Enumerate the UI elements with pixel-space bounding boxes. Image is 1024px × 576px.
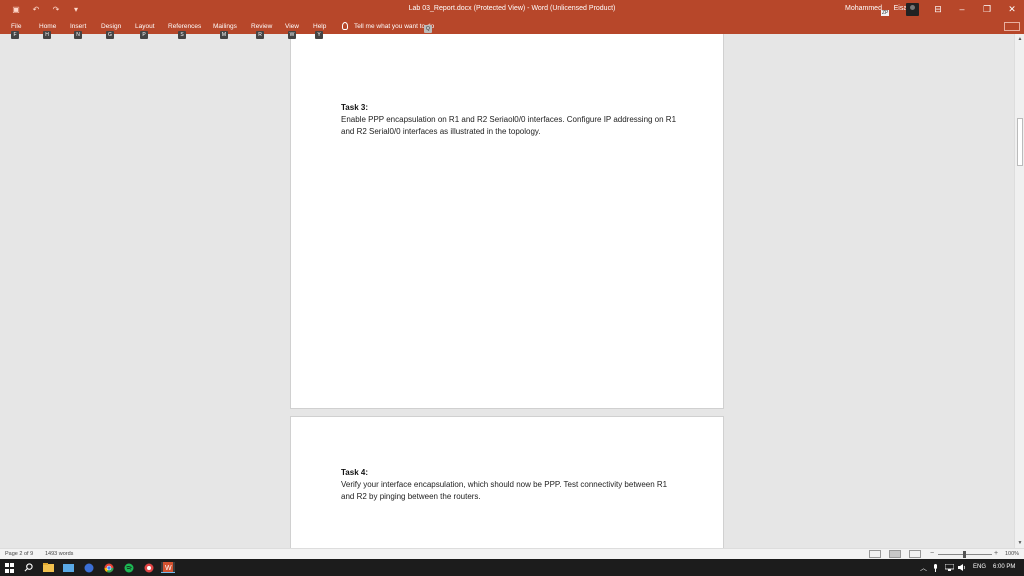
zoom-slider-thumb[interactable] (963, 551, 966, 558)
user-initials-keytip: ZP (881, 10, 890, 16)
ribbon-display-options-icon[interactable]: ⊟ (929, 2, 947, 16)
user-name[interactable]: Mohammed Eisa (845, 5, 907, 12)
read-mode-icon[interactable] (869, 550, 881, 558)
keytip-home: H (43, 31, 51, 39)
tab-review[interactable]: Review (251, 23, 272, 30)
task4-body: Verify your interface encapsulation, whi… (341, 480, 668, 501)
task3-heading: Task 3: (341, 103, 368, 112)
close-icon[interactable]: ✕ (1003, 2, 1021, 16)
scroll-thumb[interactable] (1017, 118, 1023, 166)
svg-text:W: W (165, 565, 172, 572)
document-page[interactable]: Task 3: Enable PPP encapsulation on R1 a… (290, 34, 724, 409)
status-bar: Page 2 of 9 1493 words − + 100% (0, 548, 1024, 559)
keytip-mailings: M (220, 31, 228, 39)
tab-references[interactable]: References (168, 23, 201, 30)
tab-layout[interactable]: Layout (135, 23, 155, 30)
tab-insert[interactable]: Insert (70, 23, 86, 30)
spotify-icon[interactable] (123, 562, 134, 573)
show-hidden-icons-icon[interactable]: ︿ (920, 563, 927, 573)
print-layout-icon[interactable] (889, 550, 901, 558)
share-icon[interactable] (1004, 22, 1020, 31)
tell-me-search[interactable]: Tell me what you want to do (342, 22, 434, 30)
task4-heading: Task 4: (341, 468, 368, 477)
lightbulb-icon (342, 22, 348, 30)
avatar[interactable] (906, 3, 919, 16)
tab-help[interactable]: Help (313, 23, 326, 30)
document-page[interactable]: Task 4: Verify your interface encapsulat… (290, 416, 724, 548)
windows-start-icon[interactable] (4, 562, 15, 573)
minimize-icon[interactable]: – (953, 2, 971, 16)
tab-design[interactable]: Design (101, 23, 121, 30)
record-app-icon[interactable] (143, 562, 154, 573)
network-icon[interactable] (944, 563, 955, 573)
page-count[interactable]: Page 2 of 9 (5, 551, 33, 557)
keytip-references: S (178, 31, 186, 39)
keytip-help: Y (315, 31, 323, 39)
keytip-view: W (288, 31, 296, 39)
word-icon[interactable]: W (161, 562, 175, 573)
word-count[interactable]: 1493 words (45, 551, 73, 557)
title-bar: ▣ ↶ ↷ ▾ Lab 03_Report.docx (Protected Vi… (0, 0, 1024, 19)
tell-me-text: Tell me what you want to do (354, 22, 435, 30)
chrome-icon[interactable] (103, 562, 114, 573)
tab-view[interactable]: View (285, 23, 299, 30)
ribbon-tabs: File Home Insert Design Layout Reference… (0, 19, 1024, 34)
scroll-up-icon[interactable]: ▲ (1016, 35, 1024, 43)
clock[interactable]: 6:00 PM (993, 564, 1015, 570)
keytip-tell-me: Q (424, 25, 432, 33)
microphone-icon[interactable] (933, 564, 938, 574)
zoom-level[interactable]: 100% (1005, 551, 1019, 557)
volume-icon[interactable] (958, 564, 967, 573)
vertical-scrollbar[interactable]: ▲ ▼ (1014, 34, 1024, 548)
keytip-file: F (11, 31, 19, 39)
keytip-review: R (256, 31, 264, 39)
tab-home[interactable]: Home (39, 23, 56, 30)
keytip-design: G (106, 31, 114, 39)
zoom-out-icon[interactable]: − (930, 550, 934, 557)
taskbar: W ︿ ENG 6:00 PM (0, 559, 1024, 576)
edge-icon[interactable] (83, 562, 94, 573)
keytip-layout: P (140, 31, 148, 39)
zoom-in-icon[interactable]: + (994, 550, 998, 557)
task3-body: Enable PPP encapsulation on R1 and R2 Se… (341, 115, 677, 136)
restore-icon[interactable]: ❐ (978, 2, 996, 16)
search-icon[interactable] (23, 562, 34, 573)
document-area[interactable]: Task 3: Enable PPP encapsulation on R1 a… (0, 34, 1014, 548)
language-indicator[interactable]: ENG (973, 564, 986, 570)
folder-icon[interactable] (63, 562, 74, 573)
scroll-down-icon[interactable]: ▼ (1016, 539, 1024, 547)
keytip-insert: N (74, 31, 82, 39)
file-explorer-icon[interactable] (43, 562, 54, 573)
tab-mailings[interactable]: Mailings (213, 23, 237, 30)
web-layout-icon[interactable] (909, 550, 921, 558)
tab-file[interactable]: File (11, 23, 21, 30)
